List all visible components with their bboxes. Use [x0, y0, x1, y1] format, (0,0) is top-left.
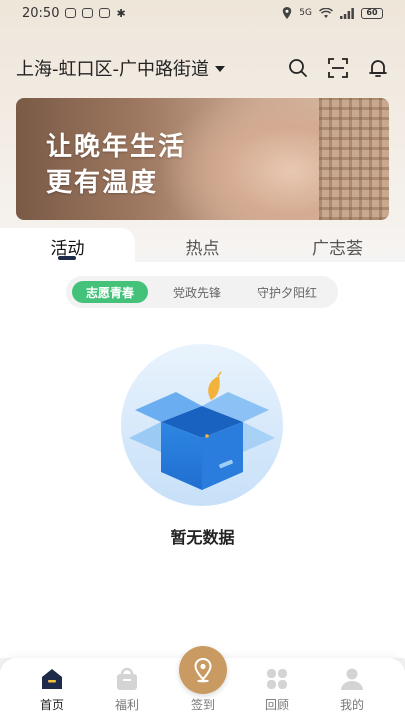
nav-review[interactable]: 回顾	[247, 658, 307, 720]
location-pin-icon	[194, 657, 212, 683]
caret-down-icon	[215, 66, 225, 72]
empty-state-text: 暂无数据	[170, 528, 235, 547]
subtab-elderly-care[interactable]: 守护夕阳红	[242, 281, 332, 303]
wifi-icon	[319, 7, 333, 18]
checkin-button[interactable]	[179, 646, 227, 694]
bell-icon[interactable]	[367, 57, 389, 79]
nav-home[interactable]: 首页	[22, 658, 82, 720]
nav-mine[interactable]: 我的	[322, 658, 382, 720]
content-panel: 志愿青春 党政先锋 守护夕阳红 暂无数据	[0, 262, 405, 658]
nav-home-label: 首页	[39, 698, 64, 712]
banner-plaid-pattern	[319, 98, 389, 220]
nav-welfare[interactable]: 福利	[97, 658, 157, 720]
banner-title-line1: 让晚年生活	[46, 132, 187, 162]
empty-box-icon	[121, 344, 283, 506]
banner-title-line2: 更有温度	[46, 168, 159, 198]
subtab-bar: 志愿青春 党政先锋 守护夕阳红	[66, 276, 338, 308]
battery-icon: 60	[361, 7, 383, 19]
bluetooth-icon: ✱	[116, 6, 126, 20]
home-icon	[42, 669, 62, 689]
location-selector[interactable]: 上海-虹口区-广中路街道	[16, 55, 225, 81]
network-type: 5G	[299, 8, 312, 18]
search-icon[interactable]	[287, 57, 309, 79]
subtab-volunteer[interactable]: 志愿青春	[72, 281, 148, 303]
header: 上海-虹口区-广中路街道	[0, 48, 405, 88]
tab-hotspots[interactable]: 热点	[135, 228, 270, 264]
signal-icon	[340, 7, 354, 19]
notification-icon	[82, 8, 94, 18]
location-label: 上海-虹口区-广中路街道	[16, 59, 209, 80]
nav-mine-label: 我的	[339, 698, 364, 712]
grid-icon	[267, 669, 287, 689]
user-icon	[341, 668, 363, 690]
app-icon	[99, 8, 111, 18]
status-time: 20:50	[22, 5, 60, 21]
bag-icon	[117, 667, 137, 690]
eye-icon	[65, 8, 77, 18]
scan-icon[interactable]	[327, 57, 349, 79]
promo-banner[interactable]: 让晚年生活 更有温度	[16, 98, 389, 220]
nav-welfare-label: 福利	[114, 698, 139, 712]
nav-checkin-label: 签到	[190, 698, 215, 712]
nav-review-label: 回顾	[264, 698, 289, 712]
active-tab-indicator	[58, 256, 76, 260]
subtab-party[interactable]: 党政先锋	[158, 281, 236, 303]
tab-guangzhihui[interactable]: 广志荟	[270, 228, 405, 264]
status-bar: 20:50 ✱ 5G 60	[0, 0, 405, 26]
location-status-icon	[283, 7, 292, 19]
